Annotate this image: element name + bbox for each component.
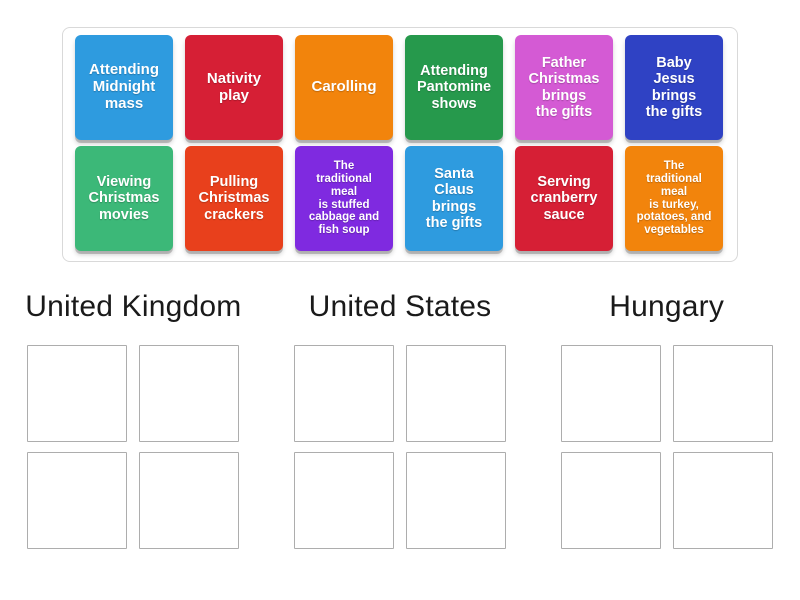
word-tile-label: Santa Claus brings the gifts <box>425 166 483 231</box>
word-tile-label: Carolling <box>311 78 377 96</box>
word-tile[interactable]: The traditional meal is turkey, potatoes… <box>625 146 723 251</box>
tile-row-2: Viewing Christmas movies Pulling Christma… <box>69 146 731 254</box>
category-title: United Kingdom <box>25 290 242 323</box>
activity-stage: Attending Midnight mass Nativity play Caro… <box>0 0 800 600</box>
word-tile[interactable]: The traditional meal is stuffed cabbage … <box>295 146 393 251</box>
drop-slot[interactable] <box>27 452 128 549</box>
word-tile-label: Attending Pantomine shows <box>416 63 492 112</box>
category-heading-united-kingdom: United Kingdom <box>0 292 267 322</box>
drop-slot[interactable] <box>560 345 661 442</box>
word-tile-label: Father Christmas brings the gifts <box>528 55 600 120</box>
category-dropzones <box>0 345 800 549</box>
word-tile[interactable]: Pulling Christmas crackers <box>185 146 283 251</box>
word-tile[interactable]: Father Christmas brings the gifts <box>515 35 613 140</box>
category-title: United States <box>308 290 492 323</box>
drop-slot[interactable] <box>294 452 394 549</box>
tile-row-1: Attending Midnight mass Nativity play Caro… <box>69 35 731 143</box>
category-headings: United Kingdom United States Hungary <box>0 292 800 322</box>
word-tile-label: The traditional meal is turkey, potatoes… <box>636 159 712 237</box>
tile-bank-panel: Attending Midnight mass Nativity play Caro… <box>62 27 738 262</box>
word-tile-label: Baby Jesus brings the gifts <box>645 55 703 120</box>
word-tile[interactable]: Viewing Christmas movies <box>75 146 173 251</box>
drop-slot[interactable] <box>406 345 506 442</box>
category-heading-united-states: United States <box>267 292 534 322</box>
category-title: Hungary <box>609 290 725 323</box>
dropzone-group-hungary <box>533 345 800 549</box>
drop-slot[interactable] <box>139 345 240 442</box>
drop-slot[interactable] <box>672 345 773 442</box>
drop-slot[interactable] <box>139 452 240 549</box>
word-tile-label: Pulling Christmas crackers <box>198 174 270 223</box>
drop-slot[interactable] <box>406 452 506 549</box>
word-tile[interactable]: Baby Jesus brings the gifts <box>625 35 723 140</box>
word-tile[interactable]: Carolling <box>295 35 393 140</box>
word-tile[interactable]: Nativity play <box>185 35 283 140</box>
drop-slot[interactable] <box>672 452 773 549</box>
word-tile-label: Nativity play <box>206 69 262 104</box>
drop-slot[interactable] <box>294 345 394 442</box>
word-tile[interactable]: Attending Pantomine shows <box>405 35 503 140</box>
drop-slot[interactable] <box>560 452 661 549</box>
dropzone-group-united-states <box>267 345 534 549</box>
word-tile-label: Attending Midnight mass <box>89 61 159 112</box>
word-tile-label: Viewing Christmas movies <box>88 174 160 223</box>
word-tile[interactable]: Santa Claus brings the gifts <box>405 146 503 251</box>
dropzone-group-united-kingdom <box>0 345 267 549</box>
word-tile-label: Serving cranberry sauce <box>530 174 598 223</box>
word-tile[interactable]: Attending Midnight mass <box>75 35 173 140</box>
word-tile[interactable]: Serving cranberry sauce <box>515 146 613 251</box>
category-heading-hungary: Hungary <box>533 292 800 322</box>
word-tile-label: The traditional meal is stuffed cabbage … <box>308 159 380 237</box>
drop-slot[interactable] <box>27 345 128 442</box>
